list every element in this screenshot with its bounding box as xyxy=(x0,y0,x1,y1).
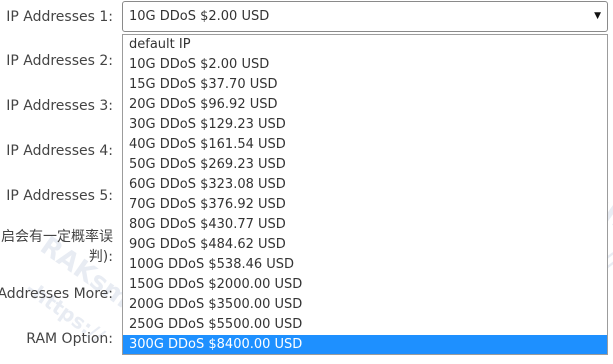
dropdown-option[interactable]: 70G DDoS $376.92 USD xyxy=(123,195,607,215)
select-current-value: 10G DDoS $2.00 USD xyxy=(129,9,270,24)
notice-label: 启会有一定概率误判): xyxy=(1,229,113,265)
ip-addresses-5-label: IP Addresses 5: xyxy=(6,188,113,204)
dropdown-option[interactable]: 30G DDoS $129.23 USD xyxy=(123,115,607,135)
dropdown-option[interactable]: 150G DDoS $2000.00 USD xyxy=(123,275,607,295)
ip-addresses-3-label: IP Addresses 3: xyxy=(6,98,113,114)
ip-addresses-1-dropdown[interactable]: default IP 10G DDoS $2.00 USD 15G DDoS $… xyxy=(122,34,608,355)
dropdown-option[interactable]: 20G DDoS $96.92 USD xyxy=(123,95,607,115)
dropdown-option[interactable]: default IP xyxy=(123,35,607,55)
ip-addresses-4-label: IP Addresses 4: xyxy=(6,143,113,159)
dropdown-option[interactable]: 40G DDoS $161.54 USD xyxy=(123,135,607,155)
dropdown-option[interactable]: 200G DDoS $3500.00 USD xyxy=(123,295,607,315)
ip-addresses-2-label: IP Addresses 2: xyxy=(6,53,113,69)
dropdown-option[interactable]: 50G DDoS $269.23 USD xyxy=(123,155,607,175)
ip-addresses-1-label: IP Addresses 1: xyxy=(6,9,113,25)
dropdown-option[interactable]: 10G DDoS $2.00 USD xyxy=(123,55,607,75)
dropdown-option[interactable]: 15G DDoS $37.70 USD xyxy=(123,75,607,95)
addresses-more-label: Addresses More: xyxy=(0,286,113,302)
dropdown-option[interactable]: 250G DDoS $5500.00 USD xyxy=(123,315,607,335)
dropdown-option[interactable]: 60G DDoS $323.08 USD xyxy=(123,175,607,195)
dropdown-option[interactable]: 90G DDoS $484.62 USD xyxy=(123,235,607,255)
dropdown-option[interactable]: 80G DDoS $430.77 USD xyxy=(123,215,607,235)
dropdown-option[interactable]: 100G DDoS $538.46 USD xyxy=(123,255,607,275)
ram-option-label: RAM Option: xyxy=(26,331,113,347)
ip-addresses-1-select[interactable]: 10G DDoS $2.00 USD ▼ xyxy=(122,1,608,32)
chevron-down-icon[interactable]: ▼ xyxy=(594,2,601,31)
dropdown-option-highlighted[interactable]: 300G DDoS $8400.00 USD xyxy=(123,335,607,354)
